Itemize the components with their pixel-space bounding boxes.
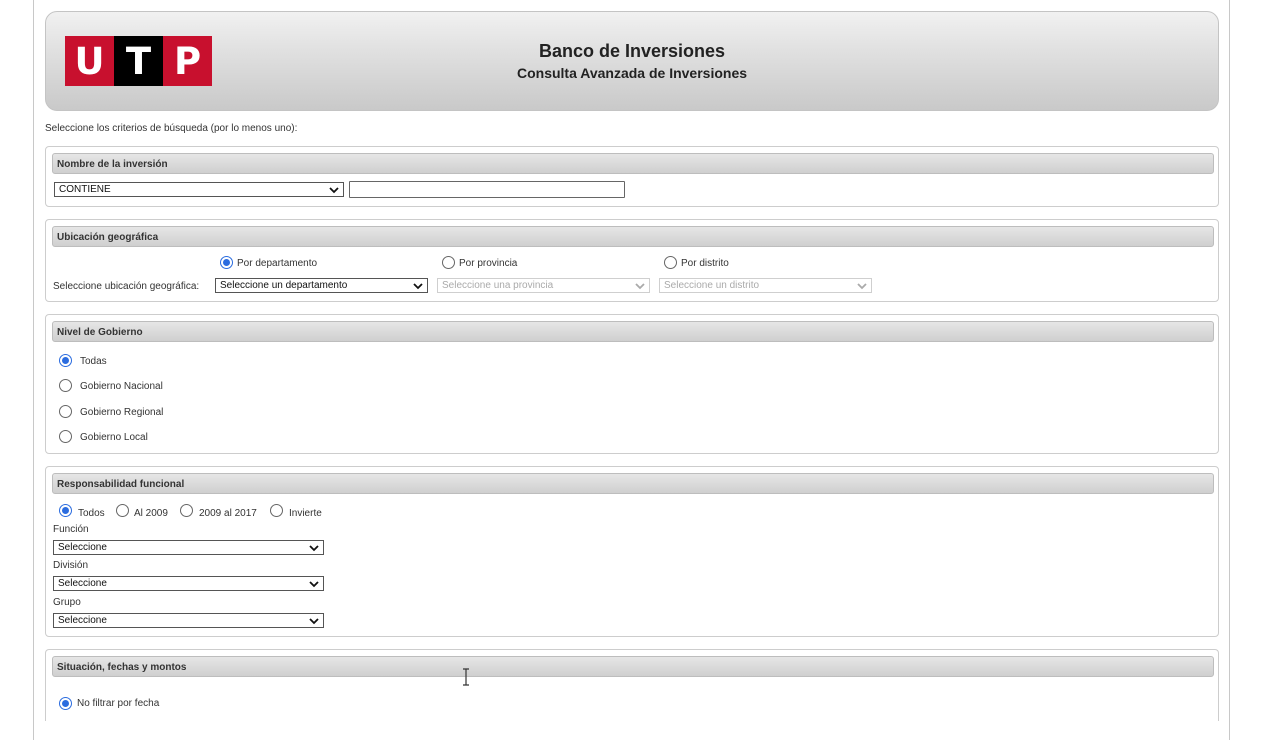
division-select[interactable]: Seleccione — [53, 576, 324, 591]
radio-label: Invierte — [289, 508, 322, 519]
radio-todos[interactable] — [59, 504, 72, 517]
page-header: U T P Banco de Inversiones Consulta Avan… — [45, 11, 1219, 111]
section-heading: Responsabilidad funcional — [52, 473, 1214, 494]
ubicacion-label: Seleccione ubicación geográfica: — [53, 281, 200, 292]
radio-gobierno-regional[interactable] — [59, 405, 72, 418]
section-responsabilidad: Responsabilidad funcional Todos Al 2009 … — [45, 466, 1219, 637]
search-instructions: Seleccione los criterios de búsqueda (po… — [45, 123, 298, 134]
radio-label: Todos — [78, 508, 105, 519]
chevron-down-icon — [309, 581, 319, 588]
chevron-down-icon — [329, 187, 339, 194]
radio-label: No filtrar por fecha — [77, 698, 160, 709]
grupo-select[interactable]: Seleccione — [53, 613, 324, 628]
radio-label: Gobierno Nacional — [80, 381, 163, 392]
page-title: Banco de Inversiones — [538, 41, 726, 61]
radio-al-2009[interactable] — [116, 504, 129, 517]
section-heading: Situación, fechas y montos — [52, 656, 1214, 677]
division-label: División — [53, 560, 89, 571]
radio-2009-al-2017[interactable] — [180, 504, 193, 517]
radio-label: Por provincia — [459, 258, 518, 269]
radio-label: Por distrito — [681, 258, 729, 269]
chevron-down-icon — [413, 283, 423, 290]
section-nivel-gobierno: Nivel de Gobierno Todas Gobierno Naciona… — [45, 314, 1219, 454]
text-cursor-icon — [463, 668, 469, 686]
radio-por-distrito[interactable] — [664, 256, 677, 269]
section-nombre: Nombre de la inversión CONTIENE — [45, 146, 1219, 207]
name-search-input[interactable] — [349, 181, 625, 198]
section-heading: Nombre de la inversión — [52, 153, 1214, 174]
chevron-down-icon — [857, 283, 867, 290]
radio-label: Todas — [80, 356, 107, 367]
radio-label: Por departamento — [237, 258, 318, 269]
section-heading: Ubicación geográfica — [52, 226, 1214, 247]
page-subtitle: Consulta Avanzada de Inversiones — [516, 65, 748, 81]
radio-label: 2009 al 2017 — [199, 508, 257, 519]
radio-gobierno-local[interactable] — [59, 430, 72, 443]
radio-invierte[interactable] — [270, 504, 283, 517]
radio-por-departamento[interactable] — [220, 256, 233, 269]
radio-todas[interactable] — [59, 354, 72, 367]
radio-no-filtrar-fecha[interactable] — [59, 697, 72, 710]
provincia-select[interactable]: Seleccione una provincia — [437, 278, 650, 293]
section-heading: Nivel de Gobierno — [52, 321, 1214, 342]
radio-gobierno-nacional[interactable] — [59, 379, 72, 392]
chevron-down-icon — [309, 618, 319, 625]
distrito-select[interactable]: Seleccione un distrito — [659, 278, 872, 293]
funcion-select[interactable]: Seleccione — [53, 540, 324, 555]
funcion-label: Función — [53, 524, 89, 535]
name-operator-select[interactable]: CONTIENE — [54, 182, 344, 197]
radio-por-provincia[interactable] — [442, 256, 455, 269]
grupo-label: Grupo — [53, 597, 81, 608]
section-ubicacion: Ubicación geográfica Por departamento Po… — [45, 219, 1219, 302]
radio-label: Gobierno Regional — [80, 407, 164, 418]
departamento-select[interactable]: Seleccione un departamento — [215, 278, 428, 293]
radio-label: Gobierno Local — [80, 432, 148, 443]
section-situacion: Situación, fechas y montos No filtrar po… — [45, 649, 1219, 721]
chevron-down-icon — [309, 545, 319, 552]
chevron-down-icon — [635, 283, 645, 290]
radio-label: Al 2009 — [134, 508, 168, 519]
